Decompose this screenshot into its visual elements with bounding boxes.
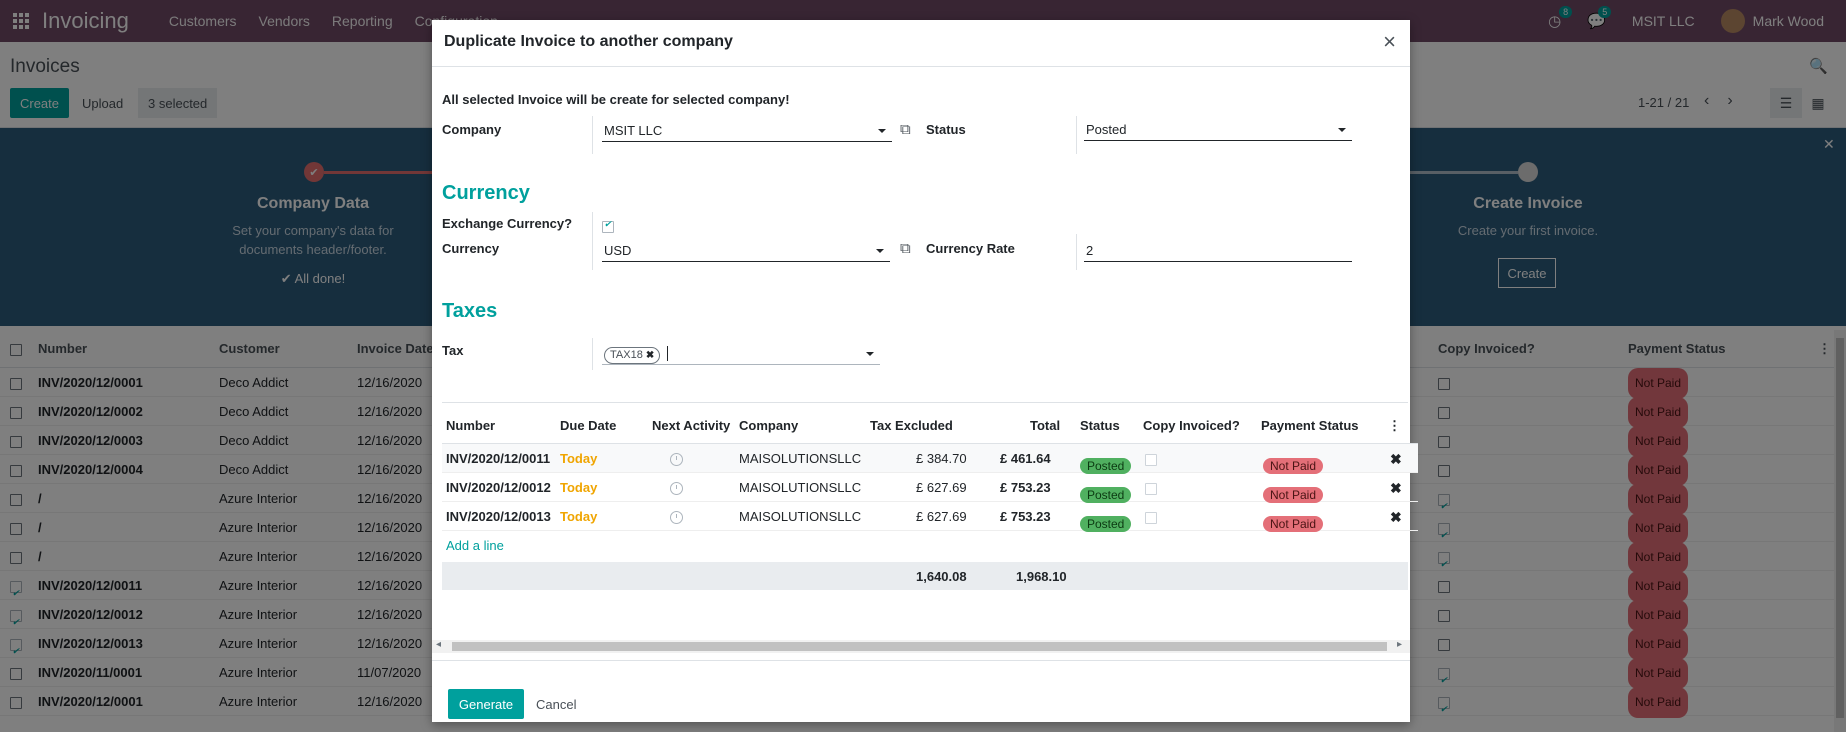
status-value: Posted <box>1086 122 1127 137</box>
line-due-date: Today <box>560 509 598 524</box>
col-payment-status[interactable]: Payment Status <box>1261 418 1359 433</box>
generate-button[interactable]: Generate <box>448 689 524 719</box>
col-company[interactable]: Company <box>739 418 798 433</box>
invoice-line-row[interactable]: INV/2020/12/0013 Today MAISOLUTIONSLLC £ 62… <box>442 502 1418 532</box>
modal-header: Duplicate Invoice to another company × <box>432 20 1410 67</box>
currency-value: USD <box>604 243 632 258</box>
payment-status-badge: Not Paid <box>1263 516 1324 532</box>
lines-header: Number Due Date Next Activity Company Ta… <box>442 406 1418 444</box>
optional-columns-icon[interactable]: ⋮ <box>1388 418 1401 434</box>
line-tax-excluded: £ 627.69 <box>916 480 967 495</box>
col-tax-excluded[interactable]: Tax Excluded <box>870 418 953 433</box>
line-number: INV/2020/12/0011 <box>446 451 551 466</box>
company-label: Company <box>442 122 502 137</box>
remove-tag-icon[interactable]: ✖ <box>646 350 654 361</box>
status-select[interactable]: Posted <box>1084 119 1352 141</box>
col-copy-invoiced[interactable]: Copy Invoiced? <box>1143 418 1240 433</box>
clock-icon[interactable] <box>670 453 683 466</box>
line-number: INV/2020/12/0013 <box>446 509 551 524</box>
add-line-link[interactable]: Add a line <box>446 538 504 553</box>
line-company: MAISOLUTIONSLLC <box>739 509 862 524</box>
currency-rate-label: Currency Rate <box>926 241 1015 256</box>
status-badge: Posted <box>1080 516 1132 532</box>
exchange-currency-label: Exchange Currency? <box>442 216 573 231</box>
copy-invoiced-checkbox <box>1145 453 1157 466</box>
col-due-date[interactable]: Due Date <box>560 418 616 433</box>
taxes-section-title: Taxes <box>442 300 498 322</box>
horizontal-scrollbar[interactable]: ◂ ▸ <box>432 639 1410 653</box>
chevron-down-icon[interactable] <box>866 352 874 356</box>
exchange-currency-checkbox[interactable] <box>602 219 614 233</box>
tax-tag-label: TAX18 <box>610 349 643 361</box>
tax-many2many-field[interactable]: TAX18 ✖ <box>602 343 880 365</box>
clock-icon[interactable] <box>670 482 683 495</box>
line-tax-excluded: £ 384.70 <box>916 451 967 466</box>
invoice-line-row[interactable]: INV/2020/12/0011 Today MAISOLUTIONSLLC £ 38… <box>442 444 1418 474</box>
payment-status-badge: Not Paid <box>1263 458 1324 474</box>
totals-row: 1,640.08 1,968.10 <box>442 562 1408 590</box>
chevron-down-icon[interactable] <box>876 249 884 253</box>
delete-line-icon[interactable]: ✖ <box>1390 451 1402 468</box>
close-icon[interactable]: × <box>1383 29 1396 55</box>
scrollbar-thumb[interactable] <box>452 642 1387 651</box>
col-total[interactable]: Total <box>1030 418 1060 433</box>
modal-footer: Generate Cancel <box>432 660 1410 722</box>
tax-tag: TAX18 ✖ <box>604 347 661 364</box>
currency-field[interactable]: USD <box>602 240 890 262</box>
chevron-down-icon[interactable] <box>1338 128 1346 132</box>
divider <box>592 212 593 270</box>
divider <box>1076 234 1077 270</box>
external-link-icon[interactable]: ⧉ <box>900 240 911 257</box>
external-link-icon[interactable]: ⧉ <box>900 121 911 138</box>
line-total: £ 753.23 <box>1000 480 1051 495</box>
delete-line-icon[interactable]: ✖ <box>1390 509 1402 526</box>
copy-invoiced-checkbox <box>1145 482 1157 495</box>
scroll-right-icon[interactable]: ▸ <box>1397 639 1402 650</box>
divider <box>592 116 593 154</box>
status-badge: Posted <box>1080 487 1132 503</box>
line-tax-excluded: £ 627.69 <box>916 509 967 524</box>
col-next-activity[interactable]: Next Activity <box>652 418 730 433</box>
currency-rate-value: 2 <box>1086 243 1094 258</box>
modal-title: Duplicate Invoice to another company <box>444 33 733 50</box>
line-due-date: Today <box>560 480 598 495</box>
cancel-button[interactable]: Cancel <box>536 697 576 712</box>
delete-line-icon[interactable]: ✖ <box>1390 480 1402 497</box>
payment-status-badge: Not Paid <box>1263 487 1324 503</box>
duplicate-invoice-dialog: Duplicate Invoice to another company × A… <box>432 20 1418 722</box>
status-label: Status <box>926 122 966 137</box>
warning-text: All selected Invoice will be create for … <box>442 92 790 107</box>
company-field[interactable]: MSIT LLC <box>602 120 892 142</box>
col-number[interactable]: Number <box>446 418 495 433</box>
line-due-date: Today <box>560 451 598 466</box>
copy-invoiced-checkbox <box>1145 511 1157 524</box>
chevron-down-icon[interactable] <box>878 129 886 133</box>
sum-total: 1,968.10 <box>1016 569 1067 584</box>
currency-rate-input[interactable]: 2 <box>1084 240 1352 262</box>
currency-section-title: Currency <box>442 182 530 204</box>
divider <box>1076 116 1077 154</box>
line-company: MAISOLUTIONSLLC <box>739 480 862 495</box>
line-total: £ 753.23 <box>1000 509 1051 524</box>
line-company: MAISOLUTIONSLLC <box>739 451 862 466</box>
col-status[interactable]: Status <box>1080 418 1120 433</box>
invoice-line-row[interactable]: INV/2020/12/0012 Today MAISOLUTIONSLLC £ 62… <box>442 473 1418 503</box>
divider <box>592 338 593 370</box>
scroll-left-icon[interactable]: ◂ <box>436 639 441 650</box>
tax-label: Tax <box>442 343 464 358</box>
company-value: MSIT LLC <box>604 123 663 138</box>
status-badge: Posted <box>1080 458 1132 474</box>
sum-tax-excluded: 1,640.08 <box>916 569 967 584</box>
currency-label: Currency <box>442 241 500 256</box>
divider <box>442 402 1408 403</box>
clock-icon[interactable] <box>670 511 683 524</box>
line-number: INV/2020/12/0012 <box>446 480 551 495</box>
line-total: £ 461.64 <box>1000 451 1051 466</box>
add-line-row: Add a line <box>442 531 1418 560</box>
tax-input-cursor[interactable] <box>666 346 672 361</box>
